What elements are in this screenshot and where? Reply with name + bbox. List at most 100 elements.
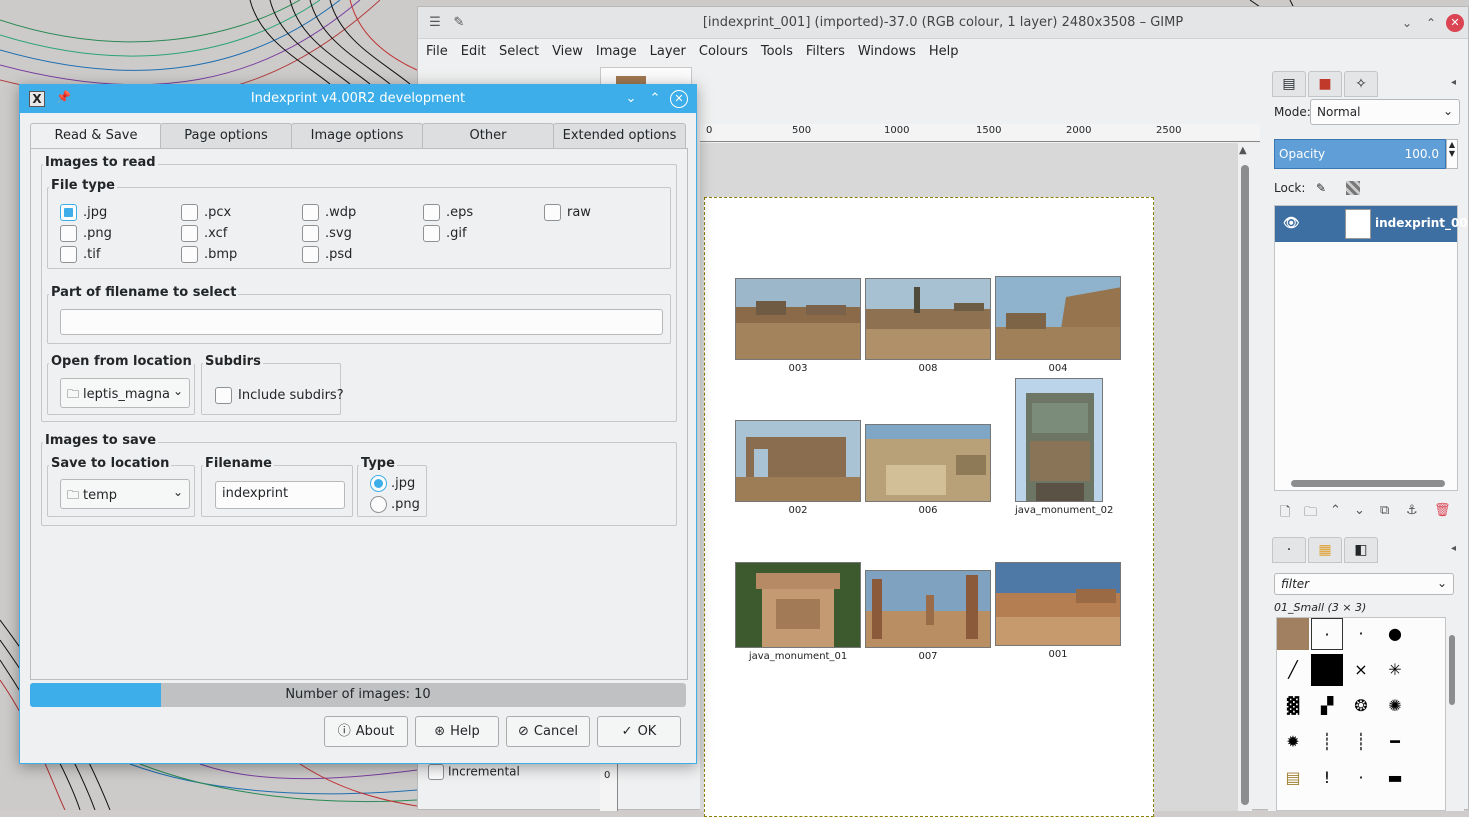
brush-cell[interactable] [1277, 618, 1309, 650]
filetype-xcf-checkbox[interactable]: .xcf [181, 225, 227, 243]
brushes-tab[interactable]: · [1272, 537, 1306, 563]
checkbox-box[interactable] [60, 225, 77, 242]
image-page[interactable]: 003 008 004 002 006 java_monument_02 jav… [704, 197, 1154, 817]
checkbox-box[interactable] [60, 204, 77, 221]
incremental-option[interactable]: Incremental [428, 764, 520, 780]
brush-cell[interactable]: ! [1311, 762, 1343, 794]
brush-grid-scrollbar[interactable] [1446, 617, 1458, 811]
layers-tab[interactable]: ▤ [1272, 71, 1306, 97]
filename-input[interactable]: indexprint [215, 481, 345, 509]
menu-colours[interactable]: Colours [694, 41, 753, 62]
menu-file[interactable]: File [421, 41, 453, 62]
maximize-button[interactable]: ⌃ [1422, 14, 1440, 32]
scroll-up-icon[interactable]: ▲ [1239, 145, 1247, 156]
layer-row[interactable]: 👁 indexprint_001.j [1275, 206, 1469, 242]
brush-cell[interactable]: ✹ [1277, 726, 1309, 758]
brush-cell[interactable]: ● [1379, 618, 1411, 650]
maximize-button[interactable]: ⌃ [646, 90, 664, 108]
filetype-tif-checkbox[interactable]: .tif [60, 246, 100, 264]
checkbox-box[interactable] [302, 225, 319, 242]
eye-icon[interactable]: 👁 [1283, 216, 1300, 231]
layer-list[interactable]: 👁 indexprint_001.j [1274, 205, 1469, 491]
checkbox-box[interactable] [60, 246, 77, 263]
filetype-jpg-checkbox[interactable]: .jpg [60, 204, 107, 222]
canvas-vscrollbar[interactable]: ▲ [1238, 143, 1252, 811]
about-button[interactable]: ⓘ About [324, 716, 408, 747]
filetype-svg-checkbox[interactable]: .svg [302, 225, 352, 243]
mode-select[interactable]: Normal ⌄ [1310, 99, 1460, 125]
checkbox-box[interactable] [181, 225, 198, 242]
anchor-layer-icon[interactable]: ⚓ [1406, 503, 1418, 518]
tab-read-save[interactable]: Read & Save [30, 123, 162, 150]
checkbox-box[interactable] [181, 204, 198, 221]
open-location-combo[interactable]: 🗀 leptis_magna ⌄ [60, 378, 190, 408]
tab-other[interactable]: Other [422, 123, 554, 149]
brush-cell[interactable]: ┊ [1311, 726, 1343, 758]
dock-menu-icon[interactable]: ◂ [1451, 77, 1456, 88]
layer-list-hscrollbar[interactable] [1275, 476, 1457, 490]
menu-view[interactable]: View [547, 41, 588, 62]
tab-image-options[interactable]: Image options [291, 123, 423, 149]
new-layer-icon[interactable]: 🗋 [1280, 503, 1290, 525]
raise-layer-icon[interactable]: ⌃ [1330, 503, 1341, 518]
filetype-wdp-checkbox[interactable]: .wdp [302, 204, 356, 222]
brush-filter-input[interactable]: filter ⌄ [1274, 573, 1454, 595]
include-subdirs-checkbox[interactable]: Include subdirs? [215, 387, 344, 405]
filetype-raw-checkbox[interactable]: raw [544, 204, 591, 222]
lower-layer-icon[interactable]: ⌄ [1354, 503, 1365, 518]
filetype-bmp-checkbox[interactable]: .bmp [181, 246, 237, 264]
close-button[interactable]: ✕ [1446, 14, 1464, 32]
menu-help[interactable]: Help [924, 41, 964, 62]
checkbox-box[interactable] [302, 204, 319, 221]
duplicate-layer-icon[interactable]: ⧉ [1380, 503, 1389, 518]
checkbox-box[interactable] [544, 204, 561, 221]
filetype-eps-checkbox[interactable]: .eps [423, 204, 473, 222]
brush-cell[interactable]: · [1311, 618, 1343, 650]
filetype-gif-checkbox[interactable]: .gif [423, 225, 467, 243]
incremental-checkbox[interactable] [428, 764, 444, 780]
menu-windows[interactable]: Windows [853, 41, 921, 62]
close-button[interactable]: ✕ [670, 90, 688, 108]
filetype-psd-checkbox[interactable]: .psd [302, 246, 352, 264]
cancel-button[interactable]: ⊘ Cancel [506, 716, 590, 747]
brush-cell[interactable]: ✳ [1379, 654, 1411, 686]
brush-cell[interactable]: ▤ [1277, 762, 1309, 794]
scroll-thumb[interactable] [1241, 165, 1249, 805]
filetype-png-checkbox[interactable]: .png [60, 225, 112, 243]
brush-cell[interactable]: ┊ [1345, 726, 1377, 758]
menu-tools[interactable]: Tools [756, 41, 798, 62]
lock-paint-icon[interactable]: ✎ [1316, 181, 1326, 195]
minimize-button[interactable]: ⌄ [622, 90, 640, 108]
brush-cell[interactable]: ▞ [1311, 690, 1343, 722]
paths-tab[interactable]: ✧ [1344, 71, 1378, 97]
menu-layer[interactable]: Layer [645, 41, 691, 62]
type-jpg-radio[interactable]: .jpg [370, 475, 415, 493]
lock-alpha-icon[interactable] [1346, 181, 1360, 195]
tab-extended-options[interactable]: Extended options [553, 123, 686, 149]
new-group-icon[interactable]: 🗀 [1304, 503, 1317, 525]
radio-dot[interactable] [370, 496, 387, 513]
brush-cell[interactable]: ▓ [1277, 690, 1309, 722]
ok-button[interactable]: ✓ OK [597, 716, 681, 747]
brush-cell[interactable]: ❂ [1345, 690, 1377, 722]
tab-page-options[interactable]: Page options [160, 123, 292, 149]
filetype-pcx-checkbox[interactable]: .pcx [181, 204, 231, 222]
brush-cell[interactable]: ▬ [1379, 762, 1411, 794]
brush-cell[interactable] [1311, 654, 1343, 686]
menu-filters[interactable]: Filters [801, 41, 850, 62]
brush-grid[interactable]: · · ● ╱ × ✳ ▓ ▞ ❂ ✺ ✹ ┊ ┊ ━ ▤ ! · ▬ [1276, 617, 1446, 811]
brush-cell[interactable]: ✺ [1379, 690, 1411, 722]
part-of-filename-input[interactable] [60, 309, 663, 335]
checkbox-box[interactable] [181, 246, 198, 263]
save-location-combo[interactable]: 🗀 temp ⌄ [60, 479, 190, 509]
scroll-thumb[interactable] [1449, 635, 1455, 705]
checkbox-box[interactable] [423, 204, 440, 221]
brush-cell[interactable]: · [1345, 762, 1377, 794]
channels-tab[interactable]: ■ [1308, 71, 1342, 97]
type-png-radio[interactable]: .png [370, 496, 420, 514]
opacity-spin-buttons[interactable]: ▲ ▼ [1446, 139, 1458, 169]
patterns-tab[interactable]: ▦ [1308, 537, 1342, 563]
checkbox-box[interactable] [423, 225, 440, 242]
brush-cell[interactable]: × [1345, 654, 1377, 686]
dock-menu-icon[interactable]: ◂ [1451, 543, 1456, 554]
